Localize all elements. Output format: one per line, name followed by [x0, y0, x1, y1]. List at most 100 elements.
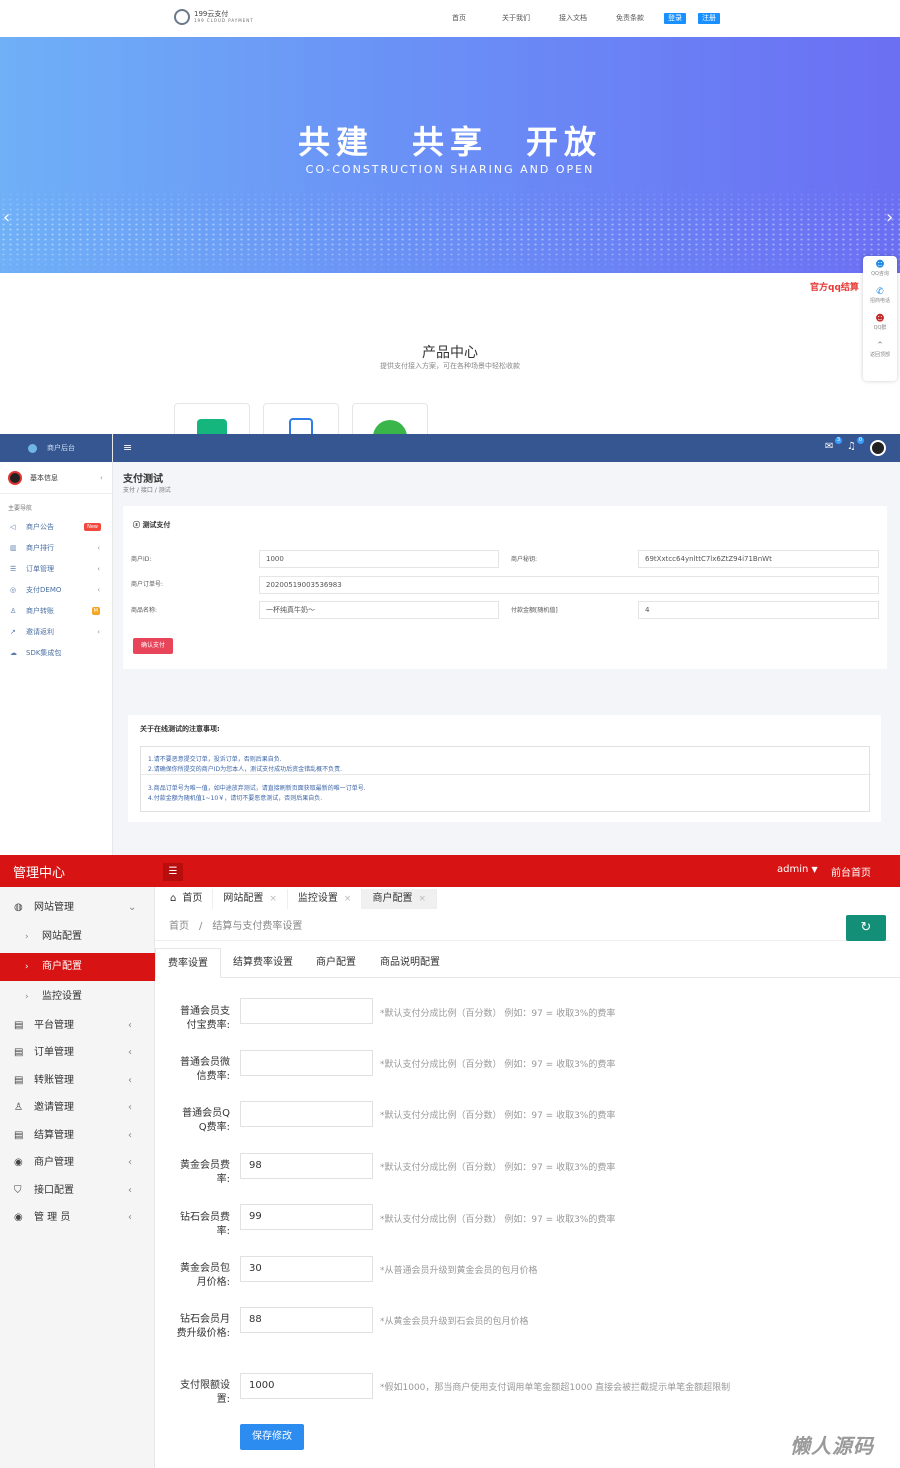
- sidebar-sub-site-config[interactable]: › 网站配置: [0, 923, 155, 951]
- merchant-brand[interactable]: 商户后台: [0, 434, 112, 462]
- nav-home[interactable]: 首页: [452, 13, 502, 23]
- nav-about[interactable]: 关于我们: [502, 13, 559, 23]
- site-nav-links: 首页 关于我们 接入文档 免责条款: [452, 13, 664, 23]
- tab-home[interactable]: ⌂ 首页: [160, 889, 214, 909]
- goods-name-label: 商品名称:: [131, 607, 158, 614]
- order-no-field[interactable]: 20200519003536983: [259, 576, 879, 594]
- sidebar-item-settlement[interactable]: ▤ 结算管理 ‹: [0, 1122, 155, 1150]
- chevron-right-icon[interactable]: ›: [886, 207, 893, 228]
- status-badge: M: [91, 606, 100, 615]
- field-hint: *默认支付分成比例（百分数） 例如：97 = 收取3%的费率: [380, 1009, 616, 1019]
- tab-site-config[interactable]: 网站配置 ×: [213, 889, 288, 909]
- goods-name-field[interactable]: 一杯纯真牛奶～: [259, 601, 499, 619]
- phone-button[interactable]: ✆ 招商电话: [863, 283, 897, 310]
- front-home-link[interactable]: 前台首页: [831, 864, 871, 879]
- bell-icon[interactable]: ♫ 0: [847, 437, 864, 453]
- tab-product-desc[interactable]: 商品说明配置: [380, 948, 440, 978]
- sidebar-item-interfaces[interactable]: ⛉ 接口配置 ‹: [0, 1177, 155, 1205]
- pay-limit-input[interactable]: 1000: [240, 1373, 373, 1399]
- note-line: 2.请确保你所提交的商户ID为您本人，测试支付成功后资金错乱概不负责.: [148, 766, 343, 773]
- sidebar-item-orders[interactable]: ☰ 订单管理 ‹: [0, 558, 112, 579]
- panel-title: ⓢ 测试支付: [133, 521, 171, 529]
- diamond-rate-input[interactable]: 99: [240, 1204, 373, 1230]
- diamond-monthly-input[interactable]: 88: [240, 1307, 373, 1333]
- sidebar-item-platform[interactable]: ▤ 平台管理 ‹: [0, 1012, 155, 1040]
- close-icon[interactable]: ×: [344, 889, 352, 909]
- tab-merchant-config[interactable]: 商户配置 ×: [362, 889, 437, 909]
- site-logo[interactable]: 199云支付 199 CLOUD PAYMENT: [174, 9, 254, 25]
- tab-monitor[interactable]: 监控设置 ×: [288, 889, 363, 909]
- admin-center: 管理中心 ☰ admin ▼ 前台首页 ◍ 网站管理 ⌄ › 网站配置 › 商户配置 ›…: [0, 855, 900, 1468]
- gold-monthly-label: 黄金会员包月价格:: [180, 1263, 230, 1288]
- close-icon[interactable]: ×: [269, 889, 277, 909]
- qq-consult-button[interactable]: ☻ QQ咨询: [863, 256, 897, 283]
- admin-topbar: 管理中心 ☰ admin ▼ 前台首页: [0, 855, 900, 887]
- sidebar-item-transfers[interactable]: ▤ 转账管理 ‹: [0, 1067, 155, 1095]
- product-card[interactable]: [263, 403, 339, 434]
- amount-label: 付款金额[随机值]: [511, 607, 558, 614]
- sidebar-item-ranking[interactable]: ▥ 商户排行 ‹: [0, 537, 112, 558]
- marketing-site: 199云支付 199 CLOUD PAYMENT 首页 关于我们 接入文档 免责…: [0, 0, 900, 434]
- product-card[interactable]: [352, 403, 428, 434]
- tab-settle-rate[interactable]: 结算费率设置: [233, 948, 293, 978]
- sidebar-item-admins[interactable]: ◉ 管 理 员 ‹: [0, 1204, 155, 1232]
- qq-rate-input[interactable]: [240, 1101, 373, 1127]
- gold-rate-input[interactable]: 98: [240, 1153, 373, 1179]
- merchant-sidebar: 商户后台 基本信息 ‹ 主要导航 ◁ 商户公告 New ▥ 商户排行 ‹ ☰ 订单管理 ‹ …: [0, 434, 113, 855]
- merchant-key-field[interactable]: 69tXxtcc64ynlttC7lx6ZtZ94i71BnWt: [638, 550, 879, 568]
- product-center-title: 产品中心: [422, 345, 478, 361]
- breadcrumb: 支付 / 接口 / 测试: [123, 487, 171, 494]
- login-button[interactable]: 登录: [664, 13, 686, 24]
- cloud-icon: ☁: [10, 648, 17, 657]
- refresh-button[interactable]: ↻: [846, 915, 886, 941]
- chevron-left-icon: ‹: [97, 627, 100, 636]
- menu-icon[interactable]: ☰: [163, 863, 183, 881]
- globe-icon: ◍: [14, 902, 23, 913]
- confirm-pay-button[interactable]: 确认支付: [133, 638, 173, 654]
- sidebar-item-orders[interactable]: ▤ 订单管理 ‹: [0, 1039, 155, 1067]
- admin-brand[interactable]: 管理中心: [13, 862, 65, 881]
- admin-user-menu[interactable]: admin ▼: [777, 864, 818, 875]
- alipay-rate-input[interactable]: [240, 998, 373, 1024]
- save-button[interactable]: 保存修改: [240, 1424, 304, 1450]
- amount-field[interactable]: 4: [638, 601, 879, 619]
- list-icon: ☰: [10, 564, 17, 573]
- menu-icon[interactable]: ≡: [123, 441, 132, 454]
- chevron-left-icon[interactable]: ‹: [3, 207, 10, 228]
- chevron-left-icon: ‹: [128, 1212, 132, 1223]
- sidebar-item-demo[interactable]: ◎ 支付DEMO ‹: [0, 579, 112, 600]
- register-button[interactable]: 注册: [698, 13, 720, 24]
- sidebar-item-transfer[interactable]: ♙ 商户转账 M: [0, 600, 112, 621]
- qq-group-button[interactable]: ☻ QQ群: [863, 310, 897, 337]
- product-card[interactable]: [174, 403, 250, 434]
- qq-settlement-text: 官方qq结算: [810, 283, 859, 293]
- merchant-id-field[interactable]: 1000: [259, 550, 499, 568]
- admin-sidebar: ◍ 网站管理 ⌄ › 网站配置 › 商户配置 › 监控设置 ▤ 平台管理 ‹ ▤ 订单管理 ‹ ▤…: [0, 887, 155, 1468]
- tab-merchant-config[interactable]: 商户配置: [316, 948, 356, 978]
- close-icon[interactable]: ×: [418, 889, 426, 909]
- gold-monthly-input[interactable]: 30: [240, 1256, 373, 1282]
- tab-rate-settings[interactable]: 费率设置: [155, 948, 221, 978]
- shield-icon: [197, 419, 227, 434]
- sidebar-item-merchants[interactable]: ◉ 商户管理 ‹: [0, 1149, 155, 1177]
- mail-icon[interactable]: ✉ 3: [825, 437, 842, 453]
- nav-docs[interactable]: 接入文档: [559, 13, 616, 23]
- nav-disclaimer[interactable]: 免责条款: [616, 13, 664, 23]
- chevron-down-icon: ⌄: [128, 902, 137, 913]
- hero-banner: 共建 共享 开放 CO-CONSTRUCTION SHARING AND OPE…: [0, 37, 900, 273]
- sidebar-item-site[interactable]: ◍ 网站管理 ⌄: [0, 894, 155, 922]
- sidebar-item-invite[interactable]: ↗ 邀请返利 ‹: [0, 621, 112, 642]
- chevron-right-icon: ›: [25, 992, 29, 1002]
- sidebar-item-invites[interactable]: ♙ 邀请管理 ‹: [0, 1094, 155, 1122]
- doc-icon: ▤: [14, 1075, 24, 1086]
- merchant-user-info[interactable]: 基本信息 ‹: [0, 462, 112, 494]
- page-tabs: ⌂ 首页 网站配置 × 监控设置 × 商户配置 ×: [160, 889, 437, 909]
- merchant-key-label: 商户秘钥:: [511, 556, 538, 563]
- sidebar-sub-merchant-config[interactable]: › 商户配置: [0, 953, 155, 981]
- sidebar-item-notice[interactable]: ◁ 商户公告 New: [0, 516, 112, 537]
- field-hint: *从普通会员升级到黄金会员的包月价格: [380, 1266, 538, 1276]
- wechat-rate-input[interactable]: [240, 1050, 373, 1076]
- sidebar-item-sdk[interactable]: ☁ SDK集成包: [0, 642, 112, 663]
- avatar[interactable]: [870, 440, 886, 456]
- sidebar-sub-monitor[interactable]: › 监控设置: [0, 983, 155, 1011]
